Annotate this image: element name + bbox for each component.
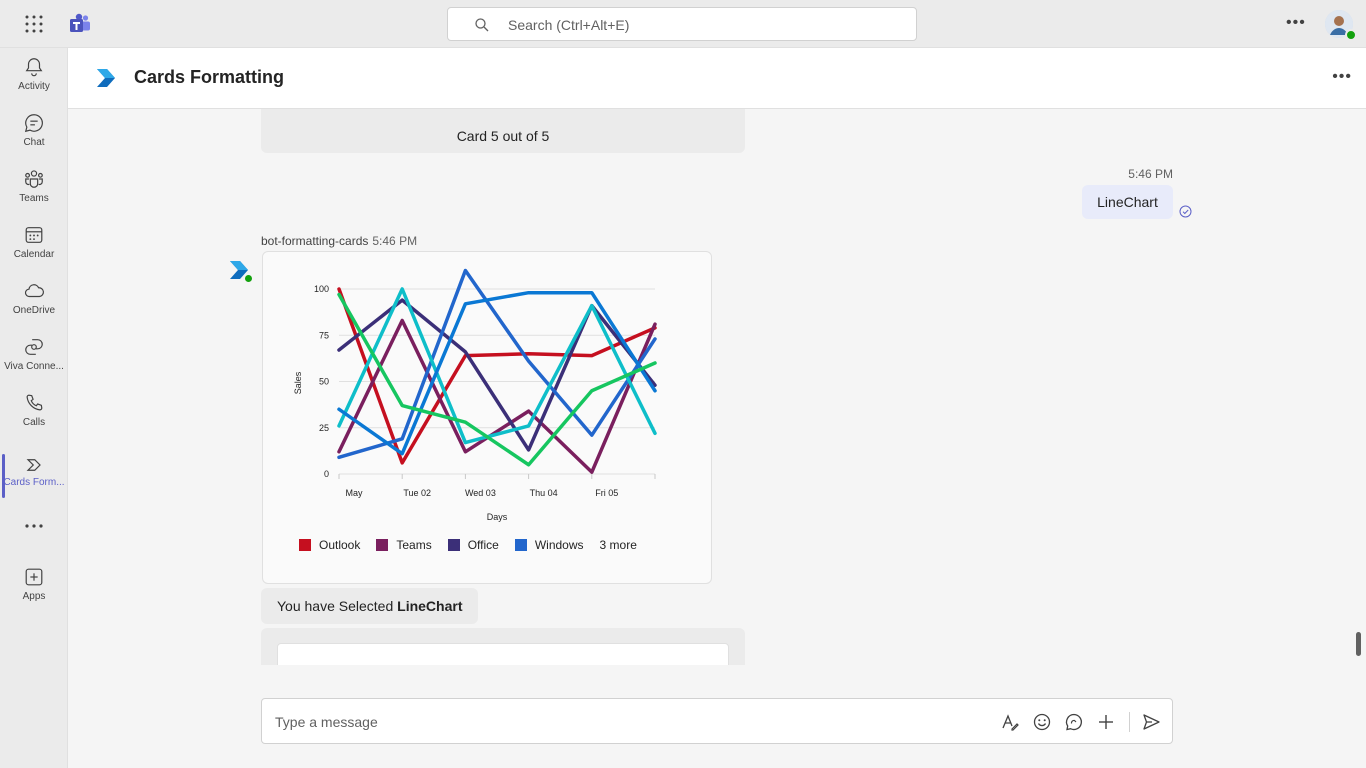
header-more-options-icon[interactable]: ••• bbox=[1332, 68, 1352, 86]
y-tick-label: 50 bbox=[319, 377, 329, 387]
top-bar: Search (Ctrl+Alt+E) ••• bbox=[0, 0, 1366, 48]
y-tick-label: 25 bbox=[319, 423, 329, 433]
emoji-icon[interactable] bbox=[1031, 711, 1053, 733]
presence-available-icon bbox=[1345, 29, 1357, 41]
send-icon[interactable] bbox=[1140, 711, 1162, 733]
x-tick-label: Wed 03 bbox=[465, 488, 496, 498]
search-box[interactable]: Search (Ctrl+Alt+E) bbox=[447, 7, 917, 41]
my-message-time: 5:46 PM bbox=[1128, 167, 1173, 181]
y-tick-label: 100 bbox=[314, 284, 329, 294]
legend-item[interactable]: Outlook bbox=[299, 538, 360, 552]
rail-item-teams[interactable]: Teams bbox=[0, 168, 68, 220]
line-chart-card: 0 25 50 75 100 May Tue 02 Wed 03 Thu 04 Fri 05 Day… bbox=[262, 251, 712, 584]
more-horizontal-icon bbox=[25, 524, 43, 528]
legend-swatch bbox=[447, 539, 460, 551]
cards-formatting-icon bbox=[26, 459, 41, 471]
rail-item-onedrive[interactable]: OneDrive bbox=[0, 280, 68, 332]
my-message-bubble[interactable]: LineChart bbox=[1082, 185, 1173, 219]
rail-item-activity[interactable]: Activity bbox=[0, 56, 68, 108]
legend-more-button[interactable]: 3 more bbox=[600, 538, 637, 552]
cloud-icon bbox=[24, 284, 44, 298]
selection-message: You have Selected LineChart bbox=[261, 588, 479, 624]
rail-item-label: Calls bbox=[22, 417, 46, 428]
rail-item-cards-formatting[interactable]: Cards Form... bbox=[0, 454, 68, 508]
rail-item-label: Viva Conne... bbox=[4, 361, 64, 372]
bot-message-meta: bot-formatting-cards 5:46 PM bbox=[261, 234, 417, 248]
carousel-card: Card 5 out of 5 bbox=[261, 109, 745, 153]
bot-sender-name: bot-formatting-cards bbox=[261, 234, 369, 248]
rail-item-viva-connections[interactable]: Viva Conne... bbox=[0, 336, 68, 388]
phone-icon bbox=[26, 394, 43, 411]
selection-prefix: You have Selected bbox=[277, 598, 398, 614]
legend-item[interactable]: Teams bbox=[376, 538, 432, 552]
y-tick-label: 0 bbox=[324, 469, 329, 479]
calendar-icon bbox=[25, 227, 43, 243]
line-chart: 0 25 50 75 100 May Tue 02 Wed 03 Thu 04 Fri 05 Day… bbox=[293, 268, 657, 522]
legend-item[interactable]: Windows bbox=[514, 538, 584, 552]
chat-messages: Card 5 out of 5 5:46 PM LineChart bot-fo… bbox=[68, 109, 1366, 665]
chat-icon bbox=[24, 114, 43, 133]
next-card-inner bbox=[277, 643, 729, 665]
legend-label: Office bbox=[467, 538, 499, 552]
rail-item-label: Chat bbox=[23, 137, 45, 148]
carousel-card-text: Card 5 out of 5 bbox=[456, 128, 550, 144]
left-rail: Activity Chat Teams Calendar OneDrive Vi… bbox=[0, 48, 68, 768]
loop-icon[interactable] bbox=[1063, 711, 1085, 733]
x-axis-label: Days bbox=[487, 512, 508, 522]
legend-label: Teams bbox=[396, 538, 432, 552]
rail-item-label: OneDrive bbox=[12, 305, 56, 316]
x-tick-label: Thu 04 bbox=[530, 488, 558, 498]
x-tick-label: Tue 02 bbox=[403, 488, 431, 498]
rail-item-label: Cards Form... bbox=[3, 477, 65, 488]
chart-legend: Outlook Teams Office Windows 3 more bbox=[299, 537, 637, 553]
legend-item[interactable]: Office bbox=[447, 538, 499, 552]
legend-swatch bbox=[514, 539, 527, 551]
more-options-icon[interactable]: ••• bbox=[1286, 14, 1308, 34]
cards-formatting-app-icon bbox=[97, 69, 115, 87]
compose-placeholder: Type a message bbox=[275, 714, 378, 730]
next-card bbox=[261, 628, 745, 665]
rail-item-label: Calendar bbox=[13, 249, 55, 260]
app-launcher-icon[interactable] bbox=[22, 12, 46, 36]
rail-item-apps[interactable]: Apps bbox=[0, 566, 68, 618]
x-tick-label: May bbox=[345, 488, 363, 498]
bot-presence-icon bbox=[243, 273, 254, 284]
add-apps-icon bbox=[25, 568, 43, 586]
search-placeholder: Search (Ctrl+Alt+E) bbox=[508, 17, 630, 33]
chat-header: Cards Formatting ••• bbox=[68, 48, 1366, 109]
bot-message-time: 5:46 PM bbox=[372, 234, 418, 248]
page-title: Cards Formatting bbox=[134, 67, 285, 87]
rail-item-chat[interactable]: Chat bbox=[0, 112, 68, 164]
toolbar-divider bbox=[1129, 712, 1130, 732]
viva-connections-icon bbox=[25, 339, 43, 355]
attach-plus-icon[interactable] bbox=[1095, 711, 1117, 733]
compose-toolbar bbox=[989, 711, 1162, 733]
selection-value: LineChart bbox=[397, 598, 463, 614]
rail-item-label: Apps bbox=[22, 591, 46, 602]
legend-swatch bbox=[299, 539, 311, 551]
series-line bbox=[337, 318, 657, 474]
compose-box[interactable]: Type a message bbox=[261, 698, 1173, 744]
teams-logo-icon bbox=[70, 13, 90, 32]
bell-icon bbox=[25, 58, 43, 77]
teams-icon bbox=[25, 170, 43, 188]
sent-check-icon bbox=[1179, 205, 1192, 218]
avatar[interactable] bbox=[1325, 10, 1357, 41]
search-icon bbox=[475, 18, 489, 32]
rail-item-calls[interactable]: Calls bbox=[0, 392, 68, 444]
legend-label: Outlook bbox=[319, 538, 361, 552]
rail-item-calendar[interactable]: Calendar bbox=[0, 224, 68, 276]
rail-item-label: Activity bbox=[18, 81, 50, 92]
y-tick-label: 75 bbox=[319, 330, 329, 340]
rail-more-apps[interactable] bbox=[0, 518, 68, 538]
y-axis-label: Sales bbox=[293, 371, 303, 394]
x-tick-label: Fri 05 bbox=[595, 488, 618, 498]
legend-swatch bbox=[376, 539, 389, 551]
legend-label: Windows bbox=[534, 538, 584, 552]
rail-item-label: Teams bbox=[19, 193, 49, 204]
format-icon[interactable] bbox=[999, 711, 1021, 733]
chat-scrollbar[interactable] bbox=[1356, 632, 1361, 656]
